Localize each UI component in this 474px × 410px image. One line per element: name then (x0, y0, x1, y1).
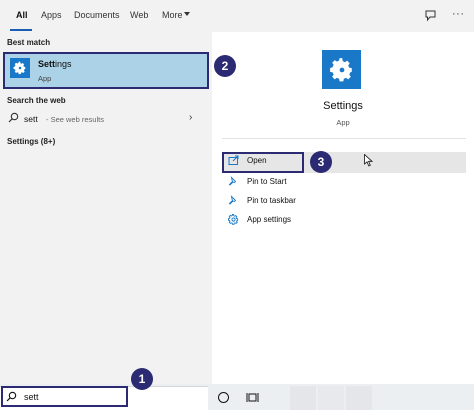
web-result-query: sett (24, 114, 38, 124)
cortana-icon[interactable] (218, 392, 229, 403)
results-pane: Best match Settings App Search the web s… (0, 32, 212, 384)
search-web-heading: Search the web (7, 96, 66, 105)
web-result[interactable]: sett - See web results › (3, 110, 209, 128)
best-match-title: Settings (38, 59, 72, 69)
best-match-heading: Best match (7, 38, 51, 47)
step-badge-1: 1 (131, 368, 153, 390)
details-pane: Settings App Open Pin to Start Pin to ta… (212, 32, 474, 384)
cursor-icon (364, 154, 373, 167)
unmatched-text: ings (55, 59, 72, 69)
tab-apps[interactable]: Apps (41, 10, 62, 20)
open-icon (228, 155, 239, 165)
pin-icon (228, 176, 237, 186)
pin-icon (228, 195, 237, 205)
pin-to-taskbar-label: Pin to taskbar (247, 196, 296, 205)
tab-more[interactable]: More (162, 10, 183, 20)
step-badge-3: 3 (310, 151, 332, 173)
gear-icon (10, 58, 30, 78)
search-icon (8, 112, 19, 123)
taskbar-app[interactable] (318, 386, 344, 410)
tab-all-underline (10, 29, 32, 31)
feedback-icon[interactable] (424, 9, 437, 22)
taskbar-app[interactable] (290, 386, 316, 410)
best-match-settings-result[interactable]: Settings App (3, 52, 209, 89)
taskbar-app[interactable] (346, 386, 372, 410)
chevron-down-icon[interactable] (184, 12, 190, 16)
matched-text: Sett (38, 59, 56, 69)
pin-to-start-label: Pin to Start (247, 177, 287, 186)
search-tab-bar: All Apps Documents Web More ··· (0, 0, 474, 32)
tab-documents[interactable]: Documents (74, 10, 120, 20)
gear-icon (322, 50, 361, 89)
settings-category-heading[interactable]: Settings (8+) (7, 137, 55, 146)
search-annotation-box (1, 386, 128, 407)
app-settings-label: App settings (247, 215, 292, 224)
app-title: Settings (323, 100, 363, 112)
app-subtitle: App (336, 118, 350, 127)
gear-icon (228, 214, 239, 225)
tab-all[interactable]: All (16, 10, 28, 20)
step-badge-2: 2 (214, 55, 236, 77)
chevron-right-icon[interactable]: › (189, 112, 192, 123)
task-view-icon[interactable] (246, 392, 260, 403)
best-match-subtitle: App (38, 74, 52, 83)
web-result-hint: - See web results (46, 115, 104, 124)
more-options-icon[interactable]: ··· (452, 8, 465, 20)
open-label: Open (247, 156, 267, 165)
tab-web[interactable]: Web (130, 10, 148, 20)
divider (222, 138, 466, 139)
